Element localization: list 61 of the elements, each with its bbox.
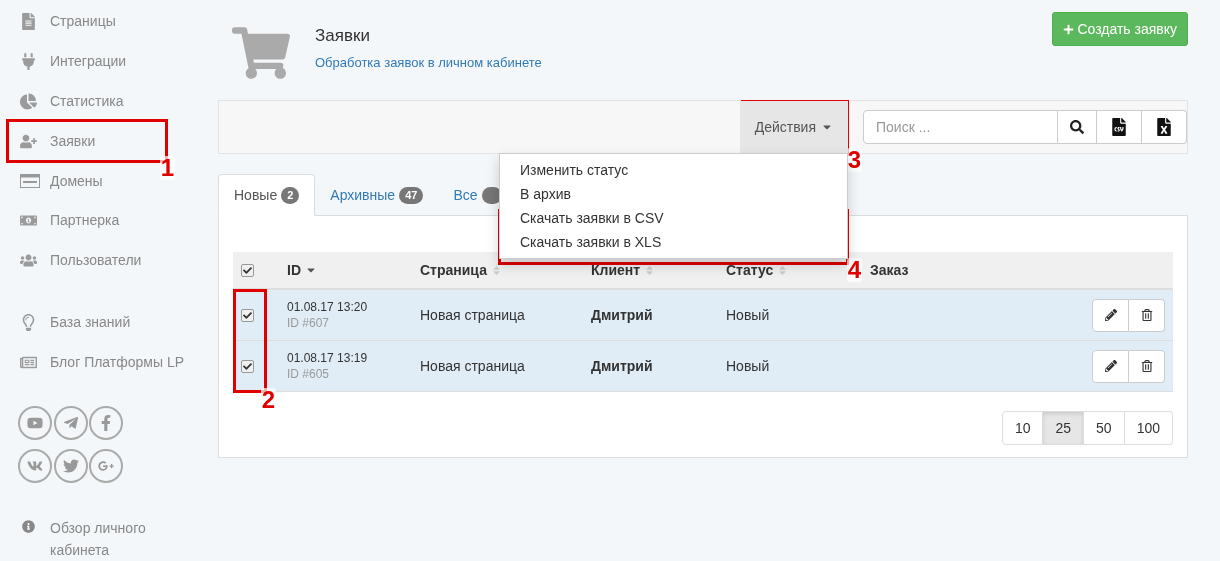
document-icon [20,13,37,31]
column-header[interactable]: Страница [420,259,487,281]
checkbox[interactable] [241,359,254,373]
pie-chart-icon [20,93,37,110]
vk-icon[interactable] [18,449,52,484]
date-text: 01.08.17 13:20 [287,299,369,315]
search-field[interactable]: Поиск ... [863,110,1058,144]
pencil-icon [1104,309,1117,321]
search-icon [1070,120,1084,134]
delete-button[interactable] [1129,298,1165,332]
count-badge: 47 [399,186,424,204]
lightbulb-icon [20,313,37,331]
column-header[interactable]: Клиент [591,259,641,281]
table-cell: Новый [726,357,770,374]
table-cell: Новый [726,306,770,323]
count-badge: 2 [281,186,300,204]
info-icon [22,520,35,534]
page-title: Заявки [315,26,371,46]
browser-window-icon [20,174,40,189]
id-text: ID #605 [287,366,331,382]
table-cell: Новая страница [420,357,525,374]
date-text: 01.08.17 13:19 [287,350,369,366]
page-subtitle: Обработка заявок в личном кабинете [315,54,542,72]
table-cell: Дмитрий [591,306,653,323]
table-cell: Дмитрий [591,357,653,374]
youtube-icon[interactable] [18,406,52,441]
facebook-icon[interactable] [89,406,124,441]
paper-plane-icon[interactable] [53,406,88,441]
plus-icon [1063,23,1075,35]
spreadsheet-file-icon [1155,118,1173,136]
trash-icon [1140,309,1153,321]
plug-icon [20,53,37,71]
checkbox[interactable] [241,263,254,277]
trash-icon [1140,360,1153,372]
edit-button[interactable] [1092,349,1129,383]
page-size-button[interactable]: 10 [1001,411,1044,445]
table-cell: Новая страница [420,306,525,323]
page-size-button[interactable]: 100 [1124,411,1173,445]
column-header[interactable]: Статус [726,259,774,281]
csv-file-icon [1110,118,1128,136]
menu-item[interactable]: Скачать заявки в XLS [500,230,847,254]
search-button[interactable] [1058,110,1097,144]
actions-button[interactable]: Действия [739,101,848,153]
column-header[interactable]: Заказ [870,259,909,281]
pencil-icon [1104,360,1117,372]
page-size-button[interactable]: 50 [1084,411,1125,445]
delete-button[interactable] [1129,349,1165,383]
cart-icon [232,24,290,82]
excel-file-button[interactable] [1142,110,1187,144]
edit-button[interactable] [1092,298,1129,332]
checkbox[interactable] [241,308,254,322]
user-plus-icon [20,132,37,150]
tab[interactable]: Архивные 47 [315,174,439,216]
column-header[interactable]: ID [287,259,301,281]
annotation-number: 4 [846,258,862,282]
id-text: ID #607 [287,315,331,331]
tab[interactable]: Новые 2 [218,174,316,216]
twitter-icon[interactable] [53,449,88,484]
annotation-number: 1 [159,156,175,180]
page-size-button[interactable]: 25 [1043,411,1085,445]
csv-file-button[interactable] [1097,110,1142,144]
